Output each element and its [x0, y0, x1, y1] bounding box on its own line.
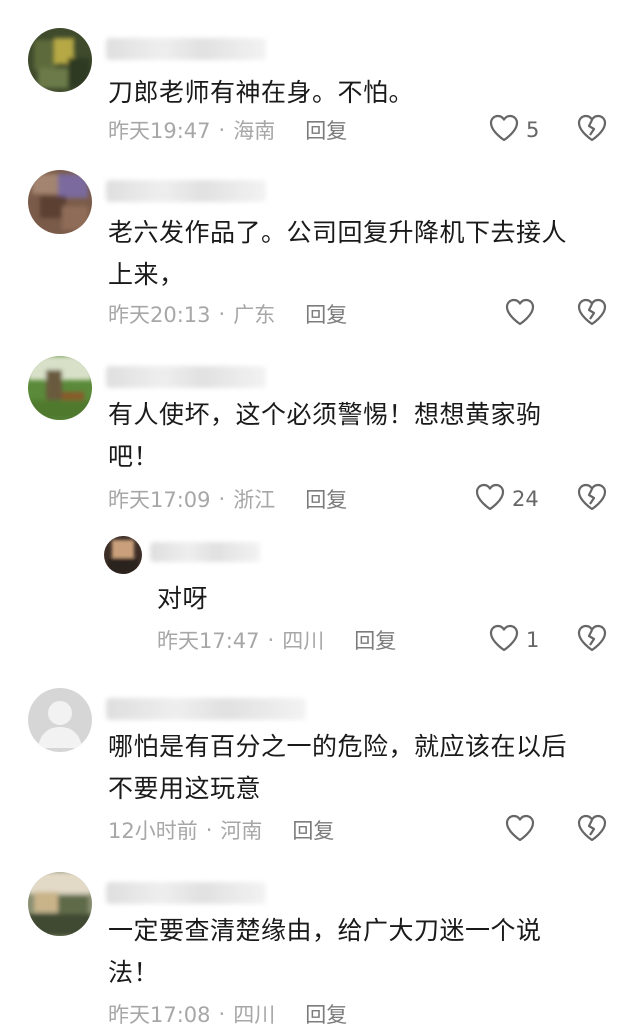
like-count: 5 [526, 118, 540, 142]
broken-heart-icon [576, 482, 608, 516]
comment-list: 刀郎老师有神在身。不怕。 昨天19:47 · 海南 回复 5 老六发作品了。公司… [0, 0, 640, 1034]
dislike-button[interactable] [576, 623, 608, 657]
like-count: 1 [526, 628, 540, 652]
comment-text: 对呀 [157, 584, 209, 613]
comment-time: 昨天17:47 [157, 629, 260, 653]
meta-separator: · [205, 818, 213, 842]
dislike-button[interactable] [576, 297, 608, 331]
username-blurred [106, 366, 266, 388]
comment-time: 昨天19:47 [108, 119, 211, 143]
comment-text: 有人使坏，这个必须警惕！想想黄家驹 吧！ [108, 400, 542, 471]
reply-button[interactable]: 回复 [305, 299, 347, 329]
meta-separator: · [218, 302, 226, 326]
avatar[interactable] [28, 170, 92, 234]
avatar[interactable] [28, 356, 92, 420]
avatar[interactable] [104, 536, 142, 574]
avatar[interactable] [28, 28, 92, 92]
comment-location: 四川 [282, 629, 325, 653]
username-blurred [106, 180, 266, 202]
comment-meta: 昨天20:13 · 广东 回复 [108, 299, 347, 329]
comment-location: 广东 [233, 303, 276, 327]
meta-separator: · [218, 487, 226, 511]
broken-heart-icon [576, 813, 608, 847]
comment-meta: 昨天17:09 · 浙江 回复 [108, 484, 347, 514]
comment-text: 刀郎老师有神在身。不怕。 [108, 78, 415, 107]
avatar[interactable] [28, 872, 92, 936]
comment-location: 河南 [220, 819, 263, 843]
comment-location: 四川 [233, 1003, 276, 1027]
comment-time: 12小时前 [108, 819, 198, 843]
comment-meta: 昨天17:08 · 四川 回复 [108, 999, 347, 1029]
like-count: 24 [512, 487, 539, 511]
dislike-button[interactable] [576, 813, 608, 847]
username-blurred [106, 882, 266, 904]
heart-outline-icon [488, 623, 520, 658]
broken-heart-icon [576, 297, 608, 331]
comment-time: 昨天20:13 [108, 303, 211, 327]
like-button[interactable] [504, 297, 542, 331]
reply-button[interactable]: 回复 [354, 625, 396, 655]
comment-meta: 昨天19:47 · 海南 回复 [108, 115, 347, 145]
reply-button[interactable]: 回复 [305, 484, 347, 514]
comment-time: 昨天17:08 [108, 1003, 211, 1027]
comment-text: 老六发作品了。公司回复升降机下去接人 上来， [108, 218, 568, 289]
username-blurred [106, 698, 306, 720]
heart-outline-icon [488, 113, 520, 148]
dislike-button[interactable] [576, 113, 608, 147]
comment-location: 浙江 [233, 488, 276, 512]
comment-location: 海南 [233, 119, 276, 143]
meta-separator: · [218, 118, 226, 142]
avatar[interactable] [28, 688, 92, 752]
reply-button[interactable]: 回复 [292, 815, 334, 845]
dislike-button[interactable] [576, 482, 608, 516]
comment-text: 哪怕是有百分之一的危险，就应该在以后 不要用这玩意 [108, 732, 568, 803]
comment-meta: 昨天17:47 · 四川 回复 [157, 625, 396, 655]
broken-heart-icon [576, 623, 608, 657]
heart-outline-icon [474, 482, 506, 517]
like-button[interactable]: 1 [488, 623, 539, 657]
comment-meta: 12小时前 · 河南 回复 [108, 815, 334, 845]
heart-outline-icon [504, 813, 536, 848]
like-button[interactable] [504, 813, 542, 847]
like-button[interactable]: 24 [474, 482, 539, 516]
comment-time: 昨天17:09 [108, 488, 211, 512]
reply-button[interactable]: 回复 [305, 115, 347, 145]
like-button[interactable]: 5 [488, 113, 539, 147]
meta-separator: · [218, 1002, 226, 1026]
reply-button[interactable]: 回复 [305, 999, 347, 1029]
heart-outline-icon [504, 297, 536, 332]
username-blurred [106, 38, 266, 60]
comment-text: 一定要查清楚缘由，给广大刀迷一个说 法！ [108, 916, 542, 987]
username-blurred [150, 542, 260, 562]
broken-heart-icon [576, 113, 608, 147]
meta-separator: · [267, 628, 275, 652]
